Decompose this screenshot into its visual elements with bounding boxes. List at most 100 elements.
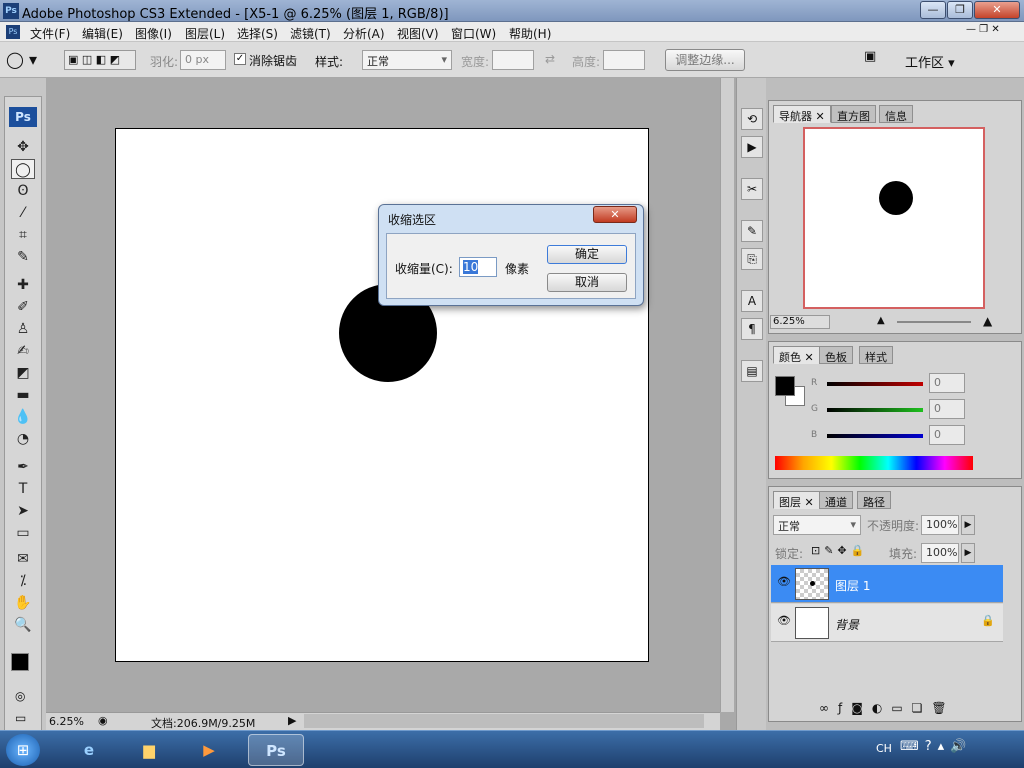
actions-icon[interactable]: ▶: [741, 136, 763, 158]
layer-name[interactable]: 背景: [835, 616, 859, 633]
tray-icons[interactable]: ⌨?▴🔊: [900, 739, 972, 754]
fill-arrow[interactable]: ▶: [961, 543, 975, 563]
shape-icon[interactable]: ▭: [11, 523, 35, 543]
tab-layers[interactable]: 图层 ✕: [773, 491, 820, 509]
zoom-out-icon[interactable]: ▲: [877, 315, 885, 326]
workspace-menu[interactable]: 工作区 ▾: [905, 52, 955, 71]
height-input[interactable]: [603, 50, 645, 70]
ok-button[interactable]: 确定: [547, 245, 627, 264]
clone-source-icon[interactable]: ⎘: [741, 248, 763, 270]
g-value[interactable]: 0: [929, 399, 965, 419]
menu-filter[interactable]: 滤镜(T): [290, 25, 331, 42]
brushes-icon[interactable]: ✎: [741, 220, 763, 242]
tab-styles[interactable]: 样式: [859, 346, 893, 364]
pen-icon[interactable]: ✒: [11, 457, 35, 477]
style-select[interactable]: 正常 ▾: [362, 50, 452, 70]
refine-edge-button[interactable]: 调整边缘...: [665, 49, 745, 71]
ie-icon[interactable]: e: [72, 734, 106, 766]
opacity-arrow[interactable]: ▶: [961, 515, 975, 535]
elliptical-marquee-icon[interactable]: ◯: [11, 159, 35, 179]
antialias-checkbox[interactable]: ✓: [234, 53, 246, 65]
close-button[interactable]: ✕: [974, 1, 1020, 19]
status-arrow-icon[interactable]: ▶: [288, 714, 296, 727]
layer-comps-icon[interactable]: ▤: [741, 360, 763, 382]
blur-icon[interactable]: 💧: [11, 407, 35, 427]
visibility-eye-icon[interactable]: 👁: [777, 614, 791, 627]
history-brush-icon[interactable]: ✍: [11, 341, 35, 361]
g-slider[interactable]: [827, 408, 923, 412]
hand-icon[interactable]: ✋: [11, 593, 35, 613]
history-icon[interactable]: ⟲: [741, 108, 763, 130]
zoom-in-icon[interactable]: ▲: [983, 314, 992, 328]
r-value[interactable]: 0: [929, 373, 965, 393]
vertical-scrollbar[interactable]: [720, 78, 734, 712]
quick-mask-icon[interactable]: ◎: [15, 689, 25, 703]
zoom-level[interactable]: 6.25%: [49, 715, 84, 728]
layer-row-1[interactable]: 👁 图层 1: [771, 565, 1003, 603]
horizontal-scrollbar[interactable]: [304, 714, 704, 728]
feather-input[interactable]: 0 px: [180, 50, 226, 70]
menu-help[interactable]: 帮助(H): [509, 25, 551, 42]
move-icon[interactable]: ✥: [11, 137, 35, 157]
ellipse-tool-preset-icon[interactable]: ◯ ▾: [6, 50, 37, 69]
photoshop-taskbar-button[interactable]: Ps: [248, 734, 304, 766]
layer-action-icons[interactable]: ∞ƒ◙◐▭❏🗑: [819, 701, 956, 715]
dialog-close-button[interactable]: ✕: [593, 206, 637, 223]
b-value[interactable]: 0: [929, 425, 965, 445]
tab-navigator[interactable]: 导航器 ✕: [773, 105, 831, 123]
visibility-eye-icon[interactable]: 👁: [777, 575, 791, 588]
foreground-color-swatch[interactable]: [11, 653, 29, 671]
menu-edit[interactable]: 编辑(E): [82, 25, 123, 42]
blend-mode-select[interactable]: 正常 ▾: [773, 515, 861, 535]
explorer-icon[interactable]: ▆: [132, 734, 166, 766]
color-fg-swatch[interactable]: [775, 376, 795, 396]
tab-paths[interactable]: 路径: [857, 491, 891, 509]
layer-row-2[interactable]: 👁 背景 🔒: [771, 604, 1003, 642]
r-slider[interactable]: [827, 382, 923, 386]
selection-mode-icons[interactable]: ▣ ◫ ◧ ◩: [64, 50, 136, 70]
slice-icon[interactable]: ✎: [11, 247, 35, 267]
contract-input[interactable]: 10: [459, 257, 497, 277]
media-player-icon[interactable]: ▶: [192, 734, 226, 766]
minimize-button[interactable]: —: [920, 1, 946, 19]
menu-analysis[interactable]: 分析(A): [343, 25, 385, 42]
navigator-zoom-field[interactable]: 6.25%: [770, 315, 830, 329]
start-button[interactable]: ⊞: [6, 734, 40, 766]
dodge-icon[interactable]: ◔: [11, 429, 35, 449]
menu-file[interactable]: 文件(F): [30, 25, 70, 42]
crop-icon[interactable]: ⌗: [11, 225, 35, 245]
screen-mode-icon[interactable]: ▭: [15, 711, 26, 725]
tab-swatches[interactable]: 色板: [819, 346, 853, 364]
clone-stamp-icon[interactable]: ♙: [11, 319, 35, 339]
opacity-input[interactable]: 100%: [921, 515, 959, 535]
lock-icons[interactable]: ⊡✎✥🔒: [811, 544, 868, 557]
type-icon[interactable]: T: [11, 479, 35, 499]
notes-icon[interactable]: ✉: [11, 549, 35, 569]
brush-icon[interactable]: ✐: [11, 297, 35, 317]
tab-channels[interactable]: 通道: [819, 491, 853, 509]
layer-name[interactable]: 图层 1: [835, 577, 870, 594]
language-indicator[interactable]: CH: [876, 742, 892, 755]
paragraph-icon[interactable]: ¶: [741, 318, 763, 340]
doc-window-controls[interactable]: — ❐ ✕: [966, 24, 1000, 35]
tab-color[interactable]: 颜色 ✕: [773, 346, 820, 364]
magic-wand-icon[interactable]: ⁄: [11, 203, 35, 223]
tab-histogram[interactable]: 直方图: [831, 105, 876, 123]
menu-window[interactable]: 窗口(W): [451, 25, 496, 42]
tab-info[interactable]: 信息: [879, 105, 913, 123]
path-select-icon[interactable]: ➤: [11, 501, 35, 521]
lasso-icon[interactable]: ʘ: [11, 181, 35, 201]
swap-icon[interactable]: ⇄: [545, 52, 555, 66]
menu-layer[interactable]: 图层(L): [185, 25, 225, 42]
navigator-preview[interactable]: [803, 127, 985, 309]
gradient-icon[interactable]: ▬: [11, 385, 35, 405]
zoom-slider[interactable]: [897, 321, 971, 323]
menu-select[interactable]: 选择(S): [237, 25, 278, 42]
ps-menu-icon[interactable]: Ps: [6, 25, 20, 39]
bridge-icon[interactable]: ▣: [864, 49, 888, 71]
character-icon[interactable]: A: [741, 290, 763, 312]
tool-presets-icon[interactable]: ✂: [741, 178, 763, 200]
color-ramp[interactable]: [775, 456, 973, 470]
eraser-icon[interactable]: ◩: [11, 363, 35, 383]
healing-brush-icon[interactable]: ✚: [11, 275, 35, 295]
